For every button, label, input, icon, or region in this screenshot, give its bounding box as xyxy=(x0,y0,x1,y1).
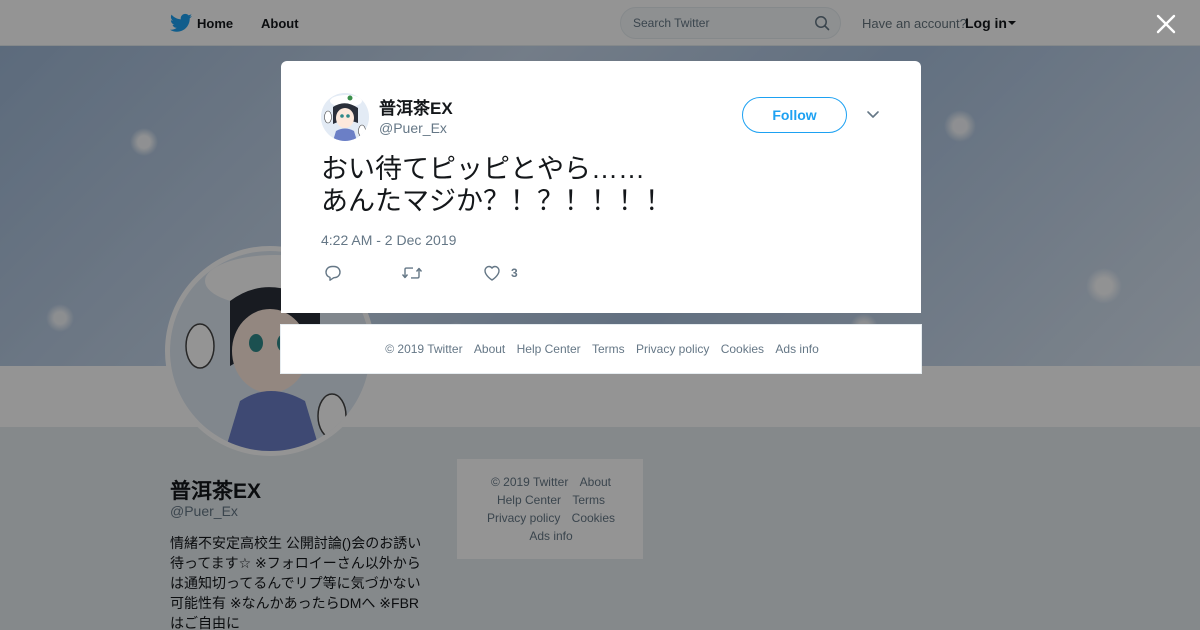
modal-footer-terms-link[interactable]: Terms xyxy=(592,342,625,356)
tweet-text: おい待てピッピとやら…… あんたマジか？！？！！！！ xyxy=(321,154,672,216)
follow-button[interactable]: Follow xyxy=(742,97,847,133)
modal-footer-ads-link[interactable]: Ads info xyxy=(775,342,818,356)
tweet-modal: 普洱茶EX @Puer_Ex Follow おい待てピッピとやら…… あんたマジ… xyxy=(281,61,921,313)
chevron-down-icon[interactable] xyxy=(866,110,880,120)
modal-footer-about-link[interactable]: About xyxy=(474,342,505,356)
retweet-icon[interactable] xyxy=(401,264,423,282)
modal-footer-copyright: © 2019 Twitter xyxy=(385,342,463,356)
heart-icon[interactable] xyxy=(483,264,501,282)
modal-footer-privacy-link[interactable]: Privacy policy xyxy=(636,342,709,356)
like-count[interactable]: 3 xyxy=(511,266,518,280)
tweet-timestamp[interactable]: 4:22 AM - 2 Dec 2019 xyxy=(321,232,456,248)
tweet-author-name[interactable]: 普洱茶EX xyxy=(379,94,453,119)
modal-footer: © 2019 Twitter About Help Center Terms P… xyxy=(280,324,922,374)
close-icon[interactable] xyxy=(1155,13,1177,35)
avatar-illustration xyxy=(321,93,369,141)
tweet-author-handle[interactable]: @Puer_Ex xyxy=(379,120,447,136)
modal-footer-help-link[interactable]: Help Center xyxy=(517,342,581,356)
reply-icon[interactable] xyxy=(324,264,342,282)
modal-footer-cookies-link[interactable]: Cookies xyxy=(721,342,764,356)
tweet-author-avatar[interactable] xyxy=(321,93,369,141)
